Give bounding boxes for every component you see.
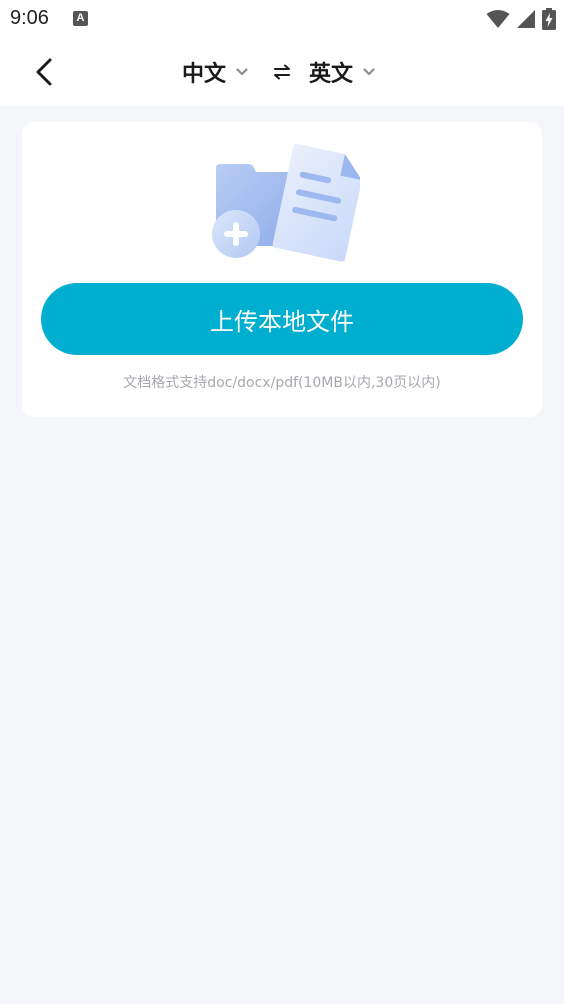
- swap-icon: [274, 64, 290, 80]
- upload-local-file-button[interactable]: 上传本地文件: [41, 283, 523, 355]
- upload-button-label: 上传本地文件: [210, 307, 354, 336]
- source-language-selector[interactable]: 中文: [182, 38, 248, 106]
- source-language-label: 中文: [182, 62, 227, 87]
- status-bar: 9:06 A: [0, 0, 564, 38]
- supported-formats-hint: 文档格式支持doc/docx/pdf(10MB以内,30页以内): [123, 375, 441, 391]
- status-time: 9:06: [10, 7, 49, 29]
- app-notification-icon: A: [73, 11, 88, 26]
- title-bar: 中文 英文: [0, 38, 564, 106]
- chevron-left-icon: [36, 58, 52, 86]
- battery-charging-icon: [542, 8, 556, 30]
- wifi-icon: [486, 10, 510, 28]
- back-button[interactable]: [24, 52, 64, 92]
- upload-card: 上传本地文件 文档格式支持doc/docx/pdf(10MB以内,30页以内): [22, 122, 542, 417]
- signal-icon: [517, 10, 535, 28]
- chevron-down-icon: [236, 68, 248, 76]
- chevron-down-icon: [363, 68, 375, 76]
- status-icons: [486, 8, 556, 30]
- target-language-label: 英文: [309, 62, 354, 87]
- document-folder-add-icon: [212, 144, 360, 262]
- swap-languages-button[interactable]: [270, 60, 294, 84]
- target-language-selector[interactable]: 英文: [309, 38, 375, 106]
